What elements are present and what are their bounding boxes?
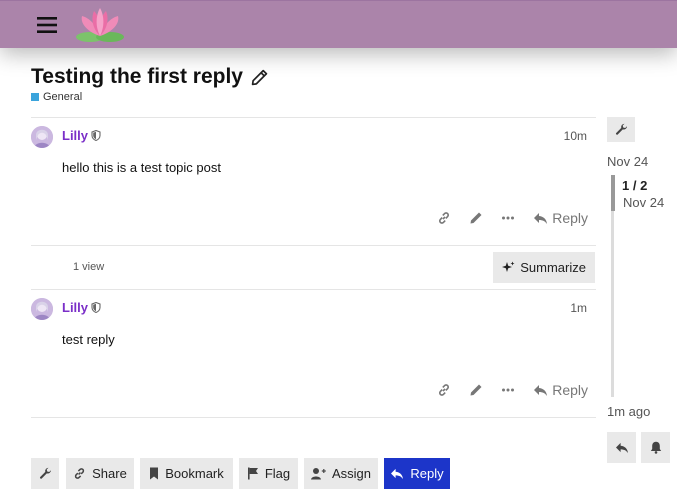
bookmark-label: Bookmark	[165, 466, 224, 481]
post-username[interactable]: Lilly	[62, 300, 101, 315]
avatar[interactable]	[31, 126, 53, 148]
notifications-button[interactable]	[641, 432, 670, 463]
reply-icon	[390, 468, 404, 480]
timeline-end-label[interactable]: 1m ago	[607, 404, 650, 419]
reply-icon	[615, 442, 629, 454]
pencil-icon[interactable]	[469, 383, 483, 397]
pencil-icon[interactable]	[469, 211, 483, 225]
reply-label: Reply	[410, 466, 444, 481]
lotus-logo-icon[interactable]	[74, 6, 126, 44]
summarize-label: Summarize	[520, 260, 586, 275]
flag-icon	[247, 467, 259, 480]
assign-button[interactable]: Assign	[304, 458, 378, 489]
bookmark-button[interactable]: Bookmark	[140, 458, 233, 489]
post-body: test reply	[62, 332, 115, 347]
more-options-icon[interactable]	[501, 211, 515, 225]
timeline-scroll-handle[interactable]	[611, 175, 615, 211]
flag-label: Flag	[264, 466, 291, 481]
wrench-icon	[39, 467, 52, 480]
more-options-icon[interactable]	[501, 383, 515, 397]
site-header	[0, 0, 677, 48]
category-color-square	[31, 93, 39, 101]
flag-button[interactable]: Flag	[239, 458, 298, 489]
summarize-button[interactable]: Summarize	[493, 252, 595, 283]
post-date[interactable]: 10m	[564, 129, 587, 143]
topic-title-text: Testing the first reply	[31, 65, 243, 88]
post-username[interactable]: Lilly	[62, 128, 101, 143]
post-date[interactable]: 1m	[570, 301, 587, 315]
category-label: General	[43, 91, 83, 103]
category-badge[interactable]: General	[31, 91, 82, 103]
posts-end-divider	[31, 417, 596, 418]
reply-button[interactable]: Reply	[533, 382, 588, 398]
admin-wrench-button[interactable]	[31, 458, 59, 489]
views-count: 1 view	[73, 261, 105, 273]
post-actions: Reply	[437, 382, 588, 398]
sparkle-icon	[502, 261, 515, 274]
post-body: hello this is a test topic post	[62, 160, 221, 175]
post-2: Lilly 1m test reply Reply	[31, 289, 596, 417]
timeline-reply-button[interactable]	[607, 432, 636, 463]
moderator-shield-icon	[91, 302, 101, 313]
post-1: Lilly 10m hello this is a test topic pos…	[31, 117, 596, 245]
topic-admin-wrench-button[interactable]	[607, 117, 635, 142]
bell-icon	[650, 441, 662, 454]
timeline-start-date[interactable]: Nov 24	[607, 154, 648, 169]
link-icon[interactable]	[437, 383, 451, 397]
avatar[interactable]	[31, 298, 53, 320]
reply-label: Reply	[552, 382, 588, 398]
assign-label: Assign	[331, 466, 372, 481]
reply-label: Reply	[552, 210, 588, 226]
topic-title: Testing the first reply	[31, 65, 268, 89]
bookmark-icon	[149, 467, 159, 480]
moderator-shield-icon	[91, 130, 101, 141]
link-icon	[73, 467, 86, 480]
username-text: Lilly	[62, 128, 89, 143]
timeline-position: 1 / 2	[622, 178, 648, 193]
post-actions: Reply	[437, 210, 588, 226]
link-icon[interactable]	[437, 211, 451, 225]
username-text: Lilly	[62, 300, 89, 315]
wrench-icon	[615, 123, 628, 136]
share-label: Share	[92, 466, 127, 481]
timeline-position-date: Nov 24	[623, 195, 665, 210]
pencil-icon[interactable]	[251, 69, 268, 86]
topic-map: 1 view Summarize	[31, 245, 596, 289]
hamburger-menu-icon[interactable]	[30, 11, 64, 39]
reply-to-topic-button[interactable]: Reply	[384, 458, 450, 489]
user-plus-icon	[310, 467, 326, 480]
share-button[interactable]: Share	[66, 458, 134, 489]
reply-button[interactable]: Reply	[533, 210, 588, 226]
